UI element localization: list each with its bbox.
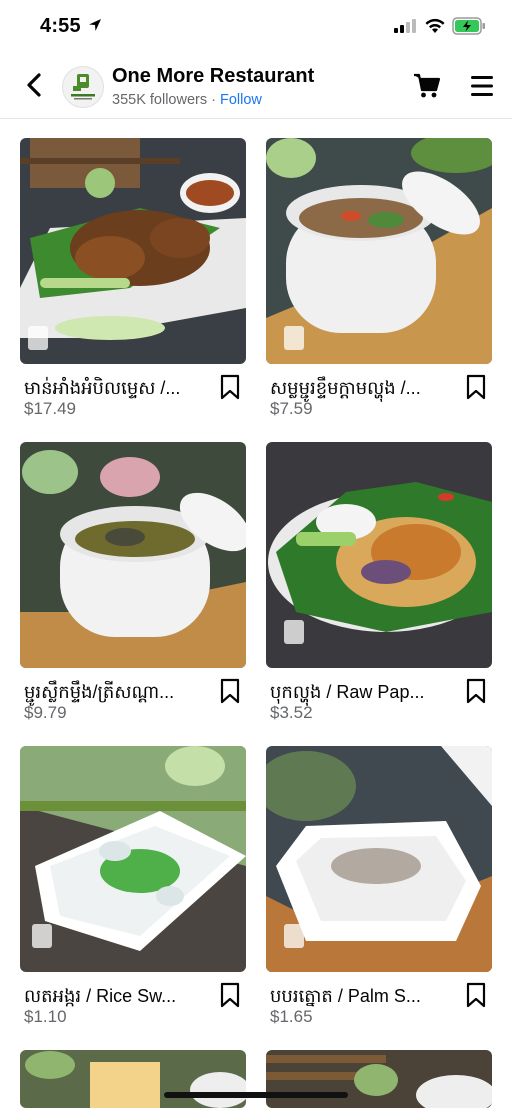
bookmark-icon[interactable] bbox=[466, 374, 486, 400]
product-card[interactable]: បុកល្ហុង / Raw Pap... $3.52 bbox=[266, 442, 492, 722]
separator-dot: · bbox=[207, 92, 220, 108]
status-time: 4:55 bbox=[40, 15, 81, 37]
product-image-sour-soup[interactable] bbox=[266, 138, 492, 364]
product-card-partial[interactable] bbox=[266, 1050, 492, 1108]
product-price: $7.59 bbox=[270, 399, 313, 418]
bookmark-icon[interactable] bbox=[220, 982, 240, 1008]
bookmark-icon[interactable] bbox=[466, 982, 486, 1008]
wifi-icon bbox=[425, 18, 445, 33]
product-card[interactable]: សម្លម្ជូរខ្ទឹមក្ដាមល្ហុង /... $7.59 bbox=[266, 138, 492, 418]
product-price: $17.49 bbox=[24, 399, 76, 418]
product-price: $3.52 bbox=[270, 703, 313, 722]
product-card[interactable]: លតអង្ករ / Rice Sw... $1.10 bbox=[20, 746, 246, 1026]
product-image-rice-sweet[interactable] bbox=[20, 746, 246, 972]
product-price: $1.65 bbox=[270, 1007, 313, 1026]
bookmark-icon[interactable] bbox=[466, 678, 486, 704]
page-title[interactable]: One More Restaurant bbox=[112, 65, 314, 88]
home-indicator[interactable] bbox=[164, 1092, 348, 1098]
product-image-papaya-salad[interactable] bbox=[266, 442, 492, 668]
product-price: $1.10 bbox=[24, 1007, 67, 1026]
product-image-green-soup[interactable] bbox=[20, 442, 246, 668]
page-avatar[interactable] bbox=[62, 66, 104, 108]
shopping-cart-icon[interactable] bbox=[413, 72, 441, 100]
page-header: One More Restaurant 355K followers · Fol… bbox=[0, 52, 512, 119]
product-image-grilled-chicken[interactable] bbox=[20, 138, 246, 364]
cellular-signal-icon bbox=[394, 19, 416, 33]
product-card[interactable]: បបរត្នោត / Palm S... $1.65 bbox=[266, 746, 492, 1026]
battery-charging-icon bbox=[452, 17, 485, 35]
product-card[interactable]: ម្ជូរស្លឹកម្ទឹង/ត្រីសណ្ដា... $9.79 bbox=[20, 442, 246, 722]
product-image-palm-sugar[interactable] bbox=[266, 746, 492, 972]
back-icon[interactable] bbox=[22, 70, 48, 100]
page-subtitle: 355K followers · Follow bbox=[112, 92, 262, 108]
product-card[interactable]: មាន់អាំងអំបិលម្ទេស /... $17.49 bbox=[20, 138, 246, 418]
product-price: $9.79 bbox=[24, 703, 67, 722]
product-image-partial[interactable] bbox=[20, 1050, 246, 1108]
followers-count: 355K followers bbox=[112, 92, 208, 108]
menu-icon[interactable] bbox=[470, 74, 494, 98]
bookmark-icon[interactable] bbox=[220, 374, 240, 400]
product-image-partial[interactable] bbox=[266, 1050, 492, 1108]
follow-button[interactable]: Follow bbox=[220, 92, 262, 108]
location-arrow-icon bbox=[89, 19, 101, 31]
product-card-partial[interactable] bbox=[20, 1050, 246, 1108]
bookmark-icon[interactable] bbox=[220, 678, 240, 704]
status-bar: 4:55 bbox=[0, 0, 512, 52]
restaurant-logo bbox=[71, 74, 95, 100]
